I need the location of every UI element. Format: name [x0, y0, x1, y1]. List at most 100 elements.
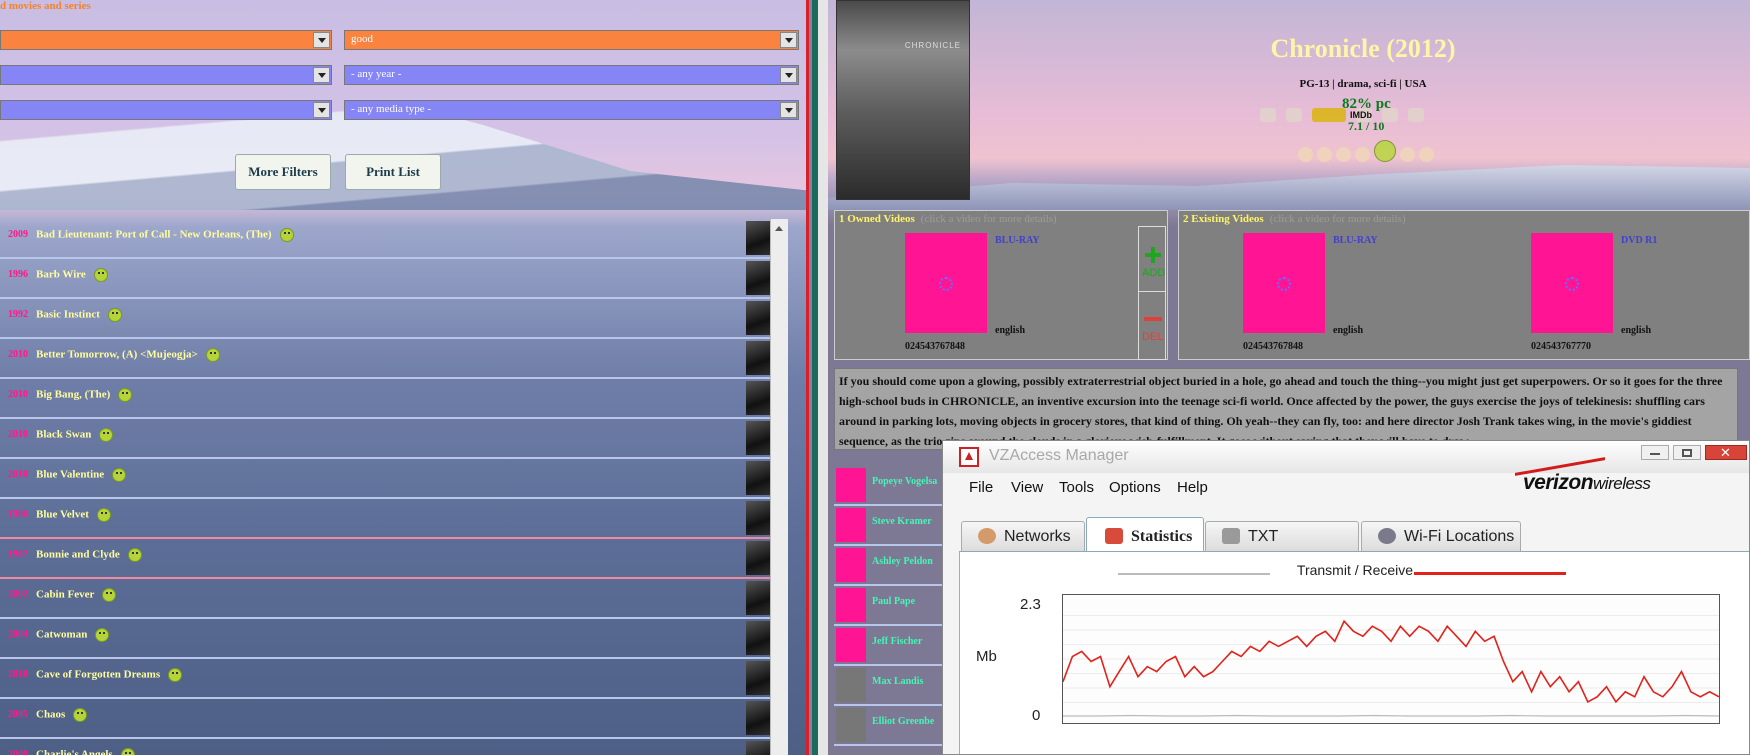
cast-name[interactable]: Jeff Fischer — [872, 636, 922, 647]
maximize-button[interactable] — [1673, 445, 1701, 460]
movie-title[interactable]: Black Swan — [36, 428, 114, 442]
movie-row[interactable]: 2010 Black Swan — [0, 419, 774, 459]
delete-icon[interactable] — [1144, 317, 1162, 321]
movie-row[interactable]: 2005 Chaos — [0, 699, 774, 739]
youtube-icon[interactable] — [1260, 108, 1276, 122]
movie-list-scrollbar[interactable] — [770, 219, 788, 755]
cast-row[interactable]: Popeye Vogelsa — [834, 466, 942, 506]
cast-name[interactable]: Paul Pape — [872, 596, 915, 607]
smiley-rating-icon — [127, 548, 142, 562]
face-rating-icon[interactable] — [1336, 147, 1351, 162]
chevron-down-icon[interactable] — [780, 102, 797, 118]
face-rating-icon[interactable] — [1419, 147, 1434, 162]
movie-row[interactable]: 1967 Bonnie and Clyde — [0, 539, 774, 579]
movie-title[interactable]: Bonnie and Clyde — [36, 548, 142, 562]
movie-title[interactable]: Blue Velvet — [36, 508, 111, 522]
movie-row[interactable]: 2010 Cave of Forgotten Dreams — [0, 659, 774, 699]
menu-tools[interactable]: Tools — [1059, 479, 1094, 496]
loading-icon — [1277, 277, 1291, 291]
movie-row[interactable]: 2004 Catwoman — [0, 619, 774, 659]
movie-row[interactable]: 2002 Cabin Fever — [0, 579, 774, 619]
cast-photo — [836, 668, 866, 702]
movie-title[interactable]: Catwoman — [36, 628, 110, 642]
cast-name[interactable]: Steve Kramer — [872, 516, 932, 527]
movie-row[interactable]: 2010 Better Tomorrow, (A) <Mujeogja> — [0, 339, 774, 379]
delete-button[interactable]: DEL — [1142, 331, 1163, 343]
cast-row[interactable]: Paul Pape — [834, 586, 942, 626]
more-filters-button[interactable]: More Filters — [235, 154, 331, 190]
video-barcode: 024543767770 — [1531, 341, 1591, 352]
play-icon[interactable] — [1408, 108, 1424, 122]
cast-name[interactable]: Ashley Peldon — [872, 556, 933, 567]
chevron-down-icon[interactable] — [780, 67, 797, 83]
existing-video-card[interactable] — [1243, 233, 1325, 333]
add-icon[interactable] — [1145, 247, 1161, 263]
country-filter-select[interactable] — [0, 65, 332, 85]
movie-title[interactable]: Barb Wire — [36, 268, 108, 282]
movie-row[interactable]: 1986 Blue Velvet — [0, 499, 774, 539]
existing-video-card[interactable] — [1531, 233, 1613, 333]
close-button[interactable]: ✕ — [1705, 445, 1747, 460]
cast-row[interactable]: Ashley Peldon — [834, 546, 942, 586]
movie-title[interactable]: Charlie's Angels — [36, 748, 135, 755]
video-type: DVD R1 — [1621, 235, 1658, 246]
cast-row[interactable]: Jeff Fischer — [834, 626, 942, 666]
menu-options[interactable]: Options — [1109, 479, 1161, 496]
tab-wifi-locations[interactable]: Wi-Fi Locations — [1361, 521, 1521, 551]
language-filter-select[interactable] — [0, 100, 332, 120]
movie-title[interactable]: Blue Valentine — [36, 468, 127, 482]
video-barcode: 024543767848 — [1243, 341, 1303, 352]
movie-title[interactable]: Bad Lieutenant: Port of Call - New Orlea… — [36, 228, 294, 242]
year-filter-select[interactable]: - any year - — [344, 65, 799, 85]
movie-row[interactable]: 2000 Charlie's Angels — [0, 739, 774, 755]
tab-statistics[interactable]: Statistics — [1086, 517, 1204, 551]
cast-name[interactable]: Popeye Vogelsa — [872, 476, 937, 487]
y-axis-label: Mb — [976, 648, 997, 665]
face-rating-selected-icon[interactable] — [1374, 140, 1396, 162]
movie-title[interactable]: Big Bang, (The) — [36, 388, 133, 402]
menu-view[interactable]: View — [1011, 479, 1043, 496]
menu-file[interactable]: File — [969, 479, 993, 496]
movie-title[interactable]: Cabin Fever — [36, 588, 117, 602]
chevron-down-icon[interactable] — [313, 67, 330, 83]
cast-name[interactable]: Max Landis — [872, 676, 923, 687]
movie-title[interactable]: Basic Instinct — [36, 308, 122, 322]
movie-row[interactable]: 1992 Basic Instinct — [0, 299, 774, 339]
tab-txt-messaging[interactable]: TXT Messaging — [1205, 521, 1359, 575]
movie-poster[interactable]: CHRONICLE — [836, 0, 970, 200]
movie-row[interactable]: 2010 Blue Valentine — [0, 459, 774, 499]
movie-row[interactable]: 2010 Big Bang, (The) — [0, 379, 774, 419]
chevron-down-icon[interactable] — [313, 102, 330, 118]
scroll-up-icon[interactable] — [775, 226, 783, 231]
cast-row[interactable]: Steve Kramer — [834, 506, 942, 546]
movie-title[interactable]: Chaos — [36, 708, 88, 722]
face-rating-icon[interactable] — [1298, 147, 1313, 162]
face-rating-icon[interactable] — [1317, 147, 1332, 162]
imdb-icon[interactable] — [1312, 108, 1346, 122]
chevron-down-icon[interactable] — [780, 32, 797, 48]
print-list-button[interactable]: Print List — [345, 154, 441, 190]
owned-video-card[interactable] — [905, 233, 987, 333]
cast-row[interactable]: Elliot Greenbe — [834, 706, 942, 746]
cast-name[interactable]: Elliot Greenbe — [872, 716, 934, 727]
media-type-filter-select[interactable]: - any media type - — [344, 100, 799, 120]
cast-row[interactable]: Max Landis — [834, 666, 942, 706]
movie-title[interactable]: Better Tomorrow, (A) <Mujeogja> — [36, 348, 220, 362]
existing-videos-header: 2 Existing Videos (click a video for more… — [1183, 213, 1406, 225]
chevron-down-icon[interactable] — [313, 32, 330, 48]
trailer-icon[interactable] — [1286, 108, 1302, 122]
add-button[interactable]: ADD — [1142, 267, 1165, 279]
movie-title[interactable]: Cave of Forgotten Dreams — [36, 668, 183, 682]
window-titlebar[interactable]: VZAccess Manager ✕ — [943, 441, 1749, 473]
face-rating-icon[interactable] — [1400, 147, 1415, 162]
genre-filter-select[interactable] — [0, 30, 332, 50]
menu-help[interactable]: Help — [1177, 479, 1208, 496]
smiley-rating-icon — [73, 708, 88, 722]
minimize-button[interactable] — [1641, 445, 1669, 460]
movie-row[interactable]: 1996 Barb Wire — [0, 259, 774, 299]
movie-row[interactable]: 2009 Bad Lieutenant: Port of Call - New O… — [0, 219, 774, 259]
collection-title-link[interactable]: d movies and series — [0, 0, 91, 12]
face-rating-icon[interactable] — [1355, 147, 1370, 162]
tab-networks[interactable]: Networks — [961, 521, 1085, 551]
rating-filter-select[interactable]: good — [344, 30, 799, 50]
